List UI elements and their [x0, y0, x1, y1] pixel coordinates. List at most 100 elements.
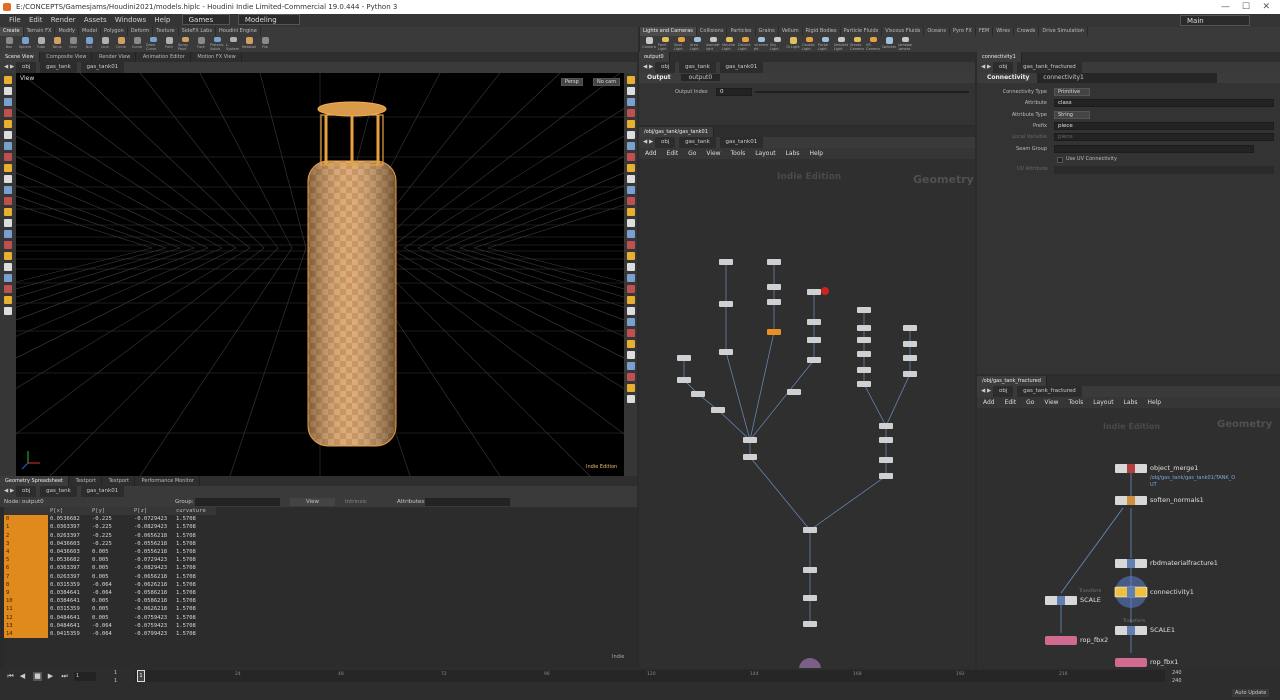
viewport-tool-icon[interactable] [626, 318, 635, 326]
viewport-tool-icon[interactable] [626, 230, 635, 238]
auto-update-menu[interactable]: Auto Update [1232, 689, 1270, 697]
viewport-tool-icon[interactable] [626, 186, 635, 194]
network-node[interactable] [807, 319, 821, 325]
group-field[interactable] [195, 498, 280, 506]
path-gas-tank[interactable]: gas_tank [40, 62, 77, 73]
shelf-tab[interactable]: Create [0, 27, 24, 36]
output-node-name[interactable]: output0 [680, 74, 721, 81]
network-node[interactable] [857, 381, 871, 387]
tab-textport[interactable]: Textport [71, 476, 102, 486]
viewport-tool-icon[interactable] [4, 252, 12, 260]
path-gas-tank01[interactable]: gas_tank01 [80, 62, 125, 73]
shelf-tool[interactable]: Camera [642, 37, 656, 51]
end-frame-2[interactable]: 240 [1172, 678, 1182, 684]
playhead[interactable]: 1 [137, 670, 145, 682]
shelf-tool[interactable]: Spray Paint [178, 37, 192, 51]
network-node[interactable] [803, 567, 817, 573]
viewport-tool-icon[interactable] [626, 98, 635, 106]
shelf-tab[interactable]: Viscous Fluids [882, 27, 925, 36]
menu-help[interactable]: Help [151, 14, 173, 27]
path-obj[interactable]: obj [992, 62, 1014, 73]
shelf-tool[interactable]: Draw Curve [146, 37, 160, 51]
viewport-tool-icon[interactable] [626, 307, 635, 315]
close-icon[interactable]: ✕ [1262, 0, 1270, 14]
viewport-tool-icon[interactable] [626, 373, 635, 381]
network-node[interactable] [767, 299, 781, 305]
menu-assets[interactable]: Assets [81, 14, 110, 27]
network-node[interactable] [879, 437, 893, 443]
viewport-tool-icon[interactable] [626, 274, 635, 282]
column-header[interactable]: P[z] [132, 507, 174, 516]
network-node[interactable] [803, 595, 817, 601]
path-obj[interactable]: obj [654, 137, 676, 148]
menu-edit[interactable]: Edit [26, 14, 46, 27]
shelf-tab[interactable]: Deform [128, 27, 154, 36]
network-node[interactable] [903, 355, 917, 361]
network-node[interactable] [807, 357, 821, 363]
shelf-tab[interactable]: SideFX Labs [179, 27, 216, 36]
shelf-tool[interactable]: Caustic Light [802, 37, 816, 51]
shelf-tab[interactable]: Texture [153, 27, 179, 36]
network-node[interactable] [719, 301, 733, 307]
viewport-tool-icon[interactable] [626, 87, 635, 95]
menu-tools[interactable]: Tools [731, 150, 746, 157]
tab-composite-view[interactable]: Composite View [41, 52, 93, 62]
network-node[interactable] [903, 371, 917, 377]
path-gas-tank01[interactable]: gas_tank01 [719, 62, 764, 73]
param-field[interactable] [1054, 144, 1254, 153]
back-arrow-icon[interactable]: ◀ ▶ [643, 139, 653, 145]
shelf-tab[interactable]: Terrain FX [24, 27, 56, 36]
tab-output0[interactable]: output0 [639, 52, 670, 62]
viewport-tool-icon[interactable] [4, 76, 12, 84]
network-node[interactable] [677, 355, 691, 361]
menu-help[interactable]: Help [809, 150, 823, 157]
tab-connectivity1[interactable]: connectivity1 [977, 52, 1022, 62]
viewport-tool-icon[interactable] [4, 219, 12, 227]
viewport-canvas[interactable]: View Persp No cam Indie Edition [0, 72, 637, 476]
viewport-tool-icon[interactable] [626, 175, 635, 183]
viewport-tool-icon[interactable] [4, 208, 12, 216]
viewport-tool-icon[interactable] [626, 384, 635, 392]
column-header[interactable]: P[x] [48, 507, 90, 516]
node-object-merge[interactable] [1115, 464, 1147, 473]
persp-menu[interactable]: Persp [561, 78, 583, 86]
shelf-tool[interactable]: Point Light [658, 37, 672, 51]
end-frame[interactable]: 240 [1172, 670, 1182, 676]
output-index-field[interactable]: 0 [716, 88, 752, 96]
viewport-tool-icon[interactable] [626, 164, 635, 172]
network-node[interactable] [879, 423, 893, 429]
menu-tools[interactable]: Tools [1069, 399, 1084, 406]
shelf-tab[interactable]: Grains [756, 27, 779, 36]
shelf-tab[interactable]: Oceans [924, 27, 950, 36]
menu-render[interactable]: Render [48, 14, 79, 27]
path-gas-tank-fractured[interactable]: gas_tank_fractured [1017, 62, 1082, 73]
shelf-tool[interactable]: Circle [114, 37, 128, 51]
network-node[interactable] [743, 454, 757, 460]
shelf-tool[interactable]: Torus [50, 37, 64, 51]
desktop-selector[interactable]: Games [181, 14, 230, 25]
shelf-tool[interactable]: Gamepad Camera [898, 37, 912, 51]
viewport-tool-icon[interactable] [4, 296, 12, 304]
viewport-tool-icon[interactable] [4, 186, 12, 194]
node-scale[interactable] [1045, 596, 1077, 605]
prev-frame-icon[interactable]: ◀ [18, 672, 27, 681]
shelf-tool[interactable]: Stereo Camera [850, 37, 864, 51]
viewport-tool-icon[interactable] [626, 285, 635, 293]
shelf-tool[interactable]: Area Light [690, 37, 704, 51]
shelf-tool[interactable]: Environment Light [754, 37, 768, 51]
path-gas-tank[interactable]: gas_tank [679, 137, 716, 148]
network-node[interactable] [857, 337, 871, 343]
viewport-tool-icon[interactable] [626, 76, 635, 84]
shelf-tool[interactable]: Grid [66, 37, 80, 51]
viewport-tool-icon[interactable] [4, 263, 12, 271]
shelf-tool[interactable]: Ambient Light [834, 37, 848, 51]
shelf-tool[interactable]: Sphere [18, 37, 32, 51]
shelf-tool[interactable]: Tube [34, 37, 48, 51]
shelf-tab[interactable]: Drive Simulation [1039, 27, 1088, 36]
back-arrow-icon[interactable]: ◀ ▶ [4, 488, 14, 494]
path-gas-tank[interactable]: gas_tank [40, 486, 77, 497]
workspace-selector[interactable]: Main [1180, 15, 1250, 26]
frame-field[interactable]: 1 [74, 672, 96, 681]
path-gas-tank01[interactable]: gas_tank01 [80, 486, 125, 497]
network-node[interactable] [879, 457, 893, 463]
